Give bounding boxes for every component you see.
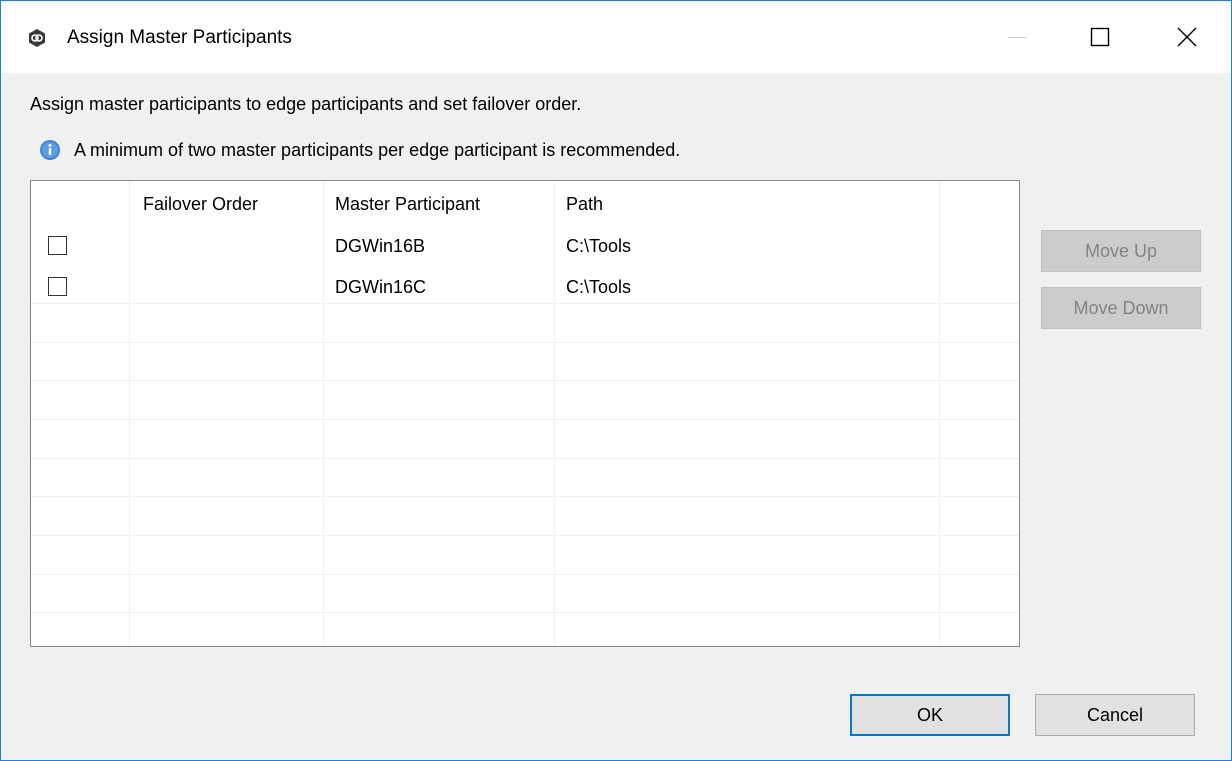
ok-button[interactable]: OK xyxy=(850,694,1010,736)
maximize-icon xyxy=(1090,27,1110,47)
move-down-button[interactable]: Move Down xyxy=(1041,287,1201,329)
move-up-button[interactable]: Move Up xyxy=(1041,230,1201,272)
row-divider xyxy=(31,303,1019,304)
app-icon xyxy=(29,29,45,47)
path-cell[interactable]: C:\Tools xyxy=(566,276,631,298)
row-divider xyxy=(31,496,1019,497)
row-divider xyxy=(31,419,1019,420)
column-divider xyxy=(323,181,324,646)
path-cell[interactable]: C:\Tools xyxy=(566,235,631,257)
column-header-path[interactable]: Path xyxy=(566,193,603,215)
master-participant-cell[interactable]: DGWin16C xyxy=(335,276,426,298)
row-divider xyxy=(31,574,1019,575)
window-title: Assign Master Participants xyxy=(67,27,292,48)
close-button[interactable] xyxy=(1147,1,1227,73)
cancel-button[interactable]: Cancel xyxy=(1035,694,1195,736)
row-checkbox[interactable] xyxy=(48,236,67,255)
row-checkbox[interactable] xyxy=(48,277,67,296)
column-header-failover-order[interactable]: Failover Order xyxy=(143,193,258,215)
dialog-window: Assign Master Participants Assign master… xyxy=(0,0,1232,761)
row-divider xyxy=(31,380,1019,381)
column-divider xyxy=(554,181,555,646)
row-divider xyxy=(31,342,1019,343)
row-divider xyxy=(31,612,1019,613)
row-divider xyxy=(31,458,1019,459)
row-divider xyxy=(31,535,1019,536)
info-message: A minimum of two master participants per… xyxy=(74,140,681,160)
minimize-button[interactable] xyxy=(977,1,1057,73)
intro-text: Assign master participants to edge parti… xyxy=(30,94,582,114)
info-icon xyxy=(40,140,60,160)
column-divider xyxy=(129,181,130,646)
column-header-master-participant[interactable]: Master Participant xyxy=(335,193,480,215)
master-participants-table[interactable]: Failover Order Master Participant Path D… xyxy=(30,180,1020,647)
title-bar[interactable]: Assign Master Participants xyxy=(1,1,1231,73)
master-participant-cell[interactable]: DGWin16B xyxy=(335,235,425,257)
minimize-icon xyxy=(1008,37,1026,38)
close-icon xyxy=(1177,27,1197,47)
column-divider xyxy=(939,181,940,646)
maximize-button[interactable] xyxy=(1060,1,1140,73)
